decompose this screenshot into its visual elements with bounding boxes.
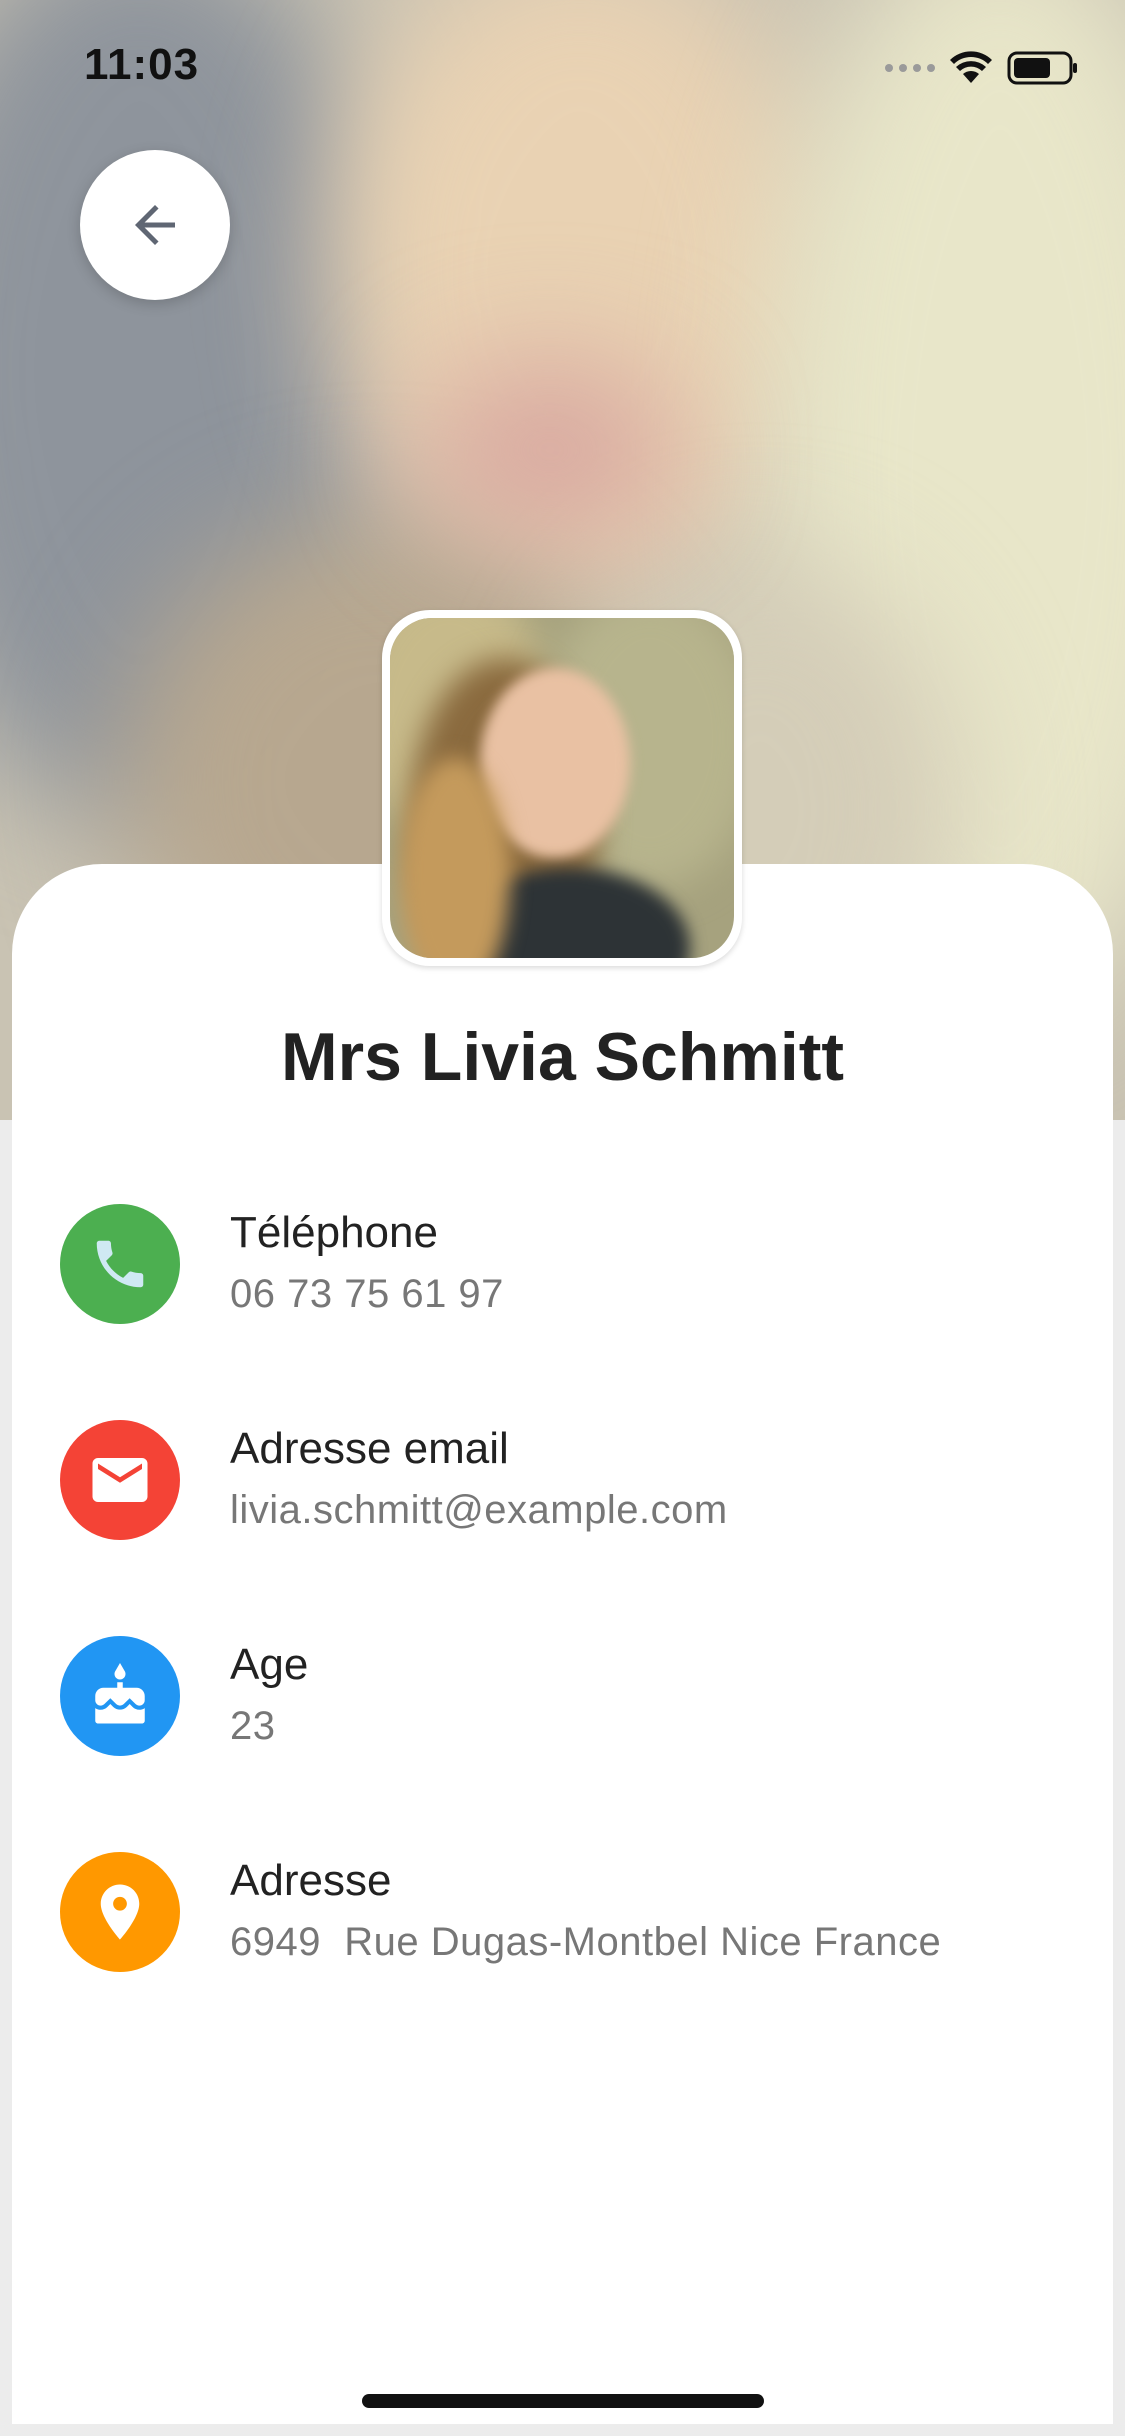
info-row-phone[interactable]: Téléphone 06 73 75 61 97 bbox=[60, 1204, 1100, 1334]
phone-icon bbox=[60, 1204, 180, 1324]
status-time: 11:03 bbox=[84, 40, 200, 89]
location-pin-icon bbox=[60, 1852, 180, 1972]
info-value: 06 73 75 61 97 bbox=[230, 1272, 504, 1316]
info-row-age[interactable]: Age 23 bbox=[60, 1636, 1100, 1766]
info-label: Adresse email bbox=[230, 1424, 509, 1473]
info-label: Age bbox=[230, 1640, 309, 1689]
arrow-back-icon bbox=[135, 205, 175, 245]
info-value: 23 bbox=[230, 1704, 276, 1748]
info-row-address[interactable]: Adresse 6949 Rue Dugas-Montbel Nice Fran… bbox=[60, 1852, 1100, 1982]
status-icons bbox=[885, 48, 1079, 88]
avatar bbox=[382, 610, 742, 966]
info-label: Téléphone bbox=[230, 1208, 438, 1257]
info-value: livia.schmitt@example.com bbox=[230, 1488, 728, 1532]
profile-name: Mrs Livia Schmitt bbox=[280, 1019, 845, 1095]
wifi-icon bbox=[950, 51, 992, 83]
cellular-signal-icon bbox=[885, 64, 935, 72]
info-value: 6949 Rue Dugas-Montbel Nice France bbox=[230, 1920, 942, 1964]
info-label: Adresse bbox=[230, 1856, 392, 1905]
home-indicator[interactable] bbox=[362, 2394, 764, 2408]
mail-icon bbox=[60, 1420, 180, 1540]
back-button[interactable] bbox=[80, 150, 230, 300]
battery-icon bbox=[1007, 51, 1077, 85]
info-row-email[interactable]: Adresse email livia.schmitt@example.com bbox=[60, 1420, 1100, 1550]
cake-icon bbox=[60, 1636, 180, 1756]
